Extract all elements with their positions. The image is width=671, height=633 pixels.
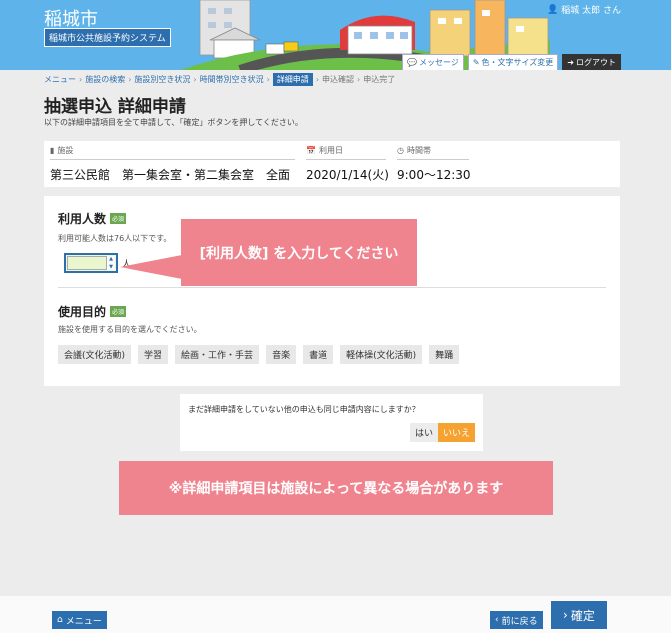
time-label: 時間帯 xyxy=(406,146,431,155)
page-description: 以下の詳細申請項目を全て申請して、「確定」ボタンを押してください。 xyxy=(44,118,303,127)
required-badge: 必須 xyxy=(110,213,127,224)
user-count-input[interactable] xyxy=(67,256,107,270)
purpose-option[interactable]: 音楽 xyxy=(266,345,297,364)
count-spinner[interactable]: ▲ ▼ xyxy=(106,256,115,270)
system-name: 稲城市公共施設予約システム xyxy=(44,28,171,47)
user-info[interactable]: 👤 稲城 太郎 さん xyxy=(547,3,621,17)
chevron-right-icon: › xyxy=(79,75,83,84)
footer-bar: ⌂ メニュー ‹ 前に戻る › 確定 xyxy=(0,596,671,633)
purpose-option[interactable]: 絵画・工作・手芸 xyxy=(175,345,260,364)
question-text: まだ詳細申請をしていない他の申込も同じ申請内容にしますか？ xyxy=(188,405,420,414)
menu-button[interactable]: ⌂ メニュー xyxy=(52,611,107,629)
facility-value: 第三公民館 第一集会室・第二集会室 全面 xyxy=(50,168,291,182)
question-buttons: はい いいえ xyxy=(409,423,475,442)
crumb-time-availability[interactable]: 時間帯別空き状況 xyxy=(200,74,264,85)
chevron-right-icon: › xyxy=(128,75,132,84)
time-column: ◷ 時間帯 9:00～12:30 xyxy=(397,145,471,183)
caret-up-icon[interactable]: ▲ xyxy=(109,256,113,262)
user-name: 稲城 太郎 さん xyxy=(561,6,621,16)
logout-icon: ➜ xyxy=(567,58,574,67)
color-size-button[interactable]: ✎ 色・文字サイズ変更 xyxy=(467,54,559,70)
chevron-left-icon: ‹ xyxy=(495,615,499,625)
purpose-option[interactable]: 書道 xyxy=(303,345,334,364)
purpose-option[interactable]: 舞踊 xyxy=(429,345,460,364)
chevron-right-icon: › xyxy=(563,608,568,622)
purpose-option[interactable]: 学習 xyxy=(138,345,169,364)
page-title: 抽選申込 詳細申請 xyxy=(44,97,186,117)
facility-label: 施設 xyxy=(57,146,74,155)
crumb-search[interactable]: 施設の検索 xyxy=(85,74,125,85)
logout-button[interactable]: ➜ ログアウト xyxy=(562,54,621,70)
section-divider xyxy=(58,287,606,288)
date-label: 利用日 xyxy=(318,146,343,155)
count-callout: [利用人数] を入力してください xyxy=(181,219,417,286)
yes-button[interactable]: はい xyxy=(409,423,438,442)
no-button[interactable]: いいえ xyxy=(437,423,475,442)
caret-down-icon[interactable]: ▼ xyxy=(109,264,113,270)
message-button[interactable]: 💬 メッセージ xyxy=(402,54,464,70)
site-header: 稲城市 稲城市公共施設予約システム 👤 稲城 太郎 さん 💬 メッセージ ✎ 色・文… xyxy=(0,0,671,70)
crumb-facility-availability[interactable]: 施設別空き状況 xyxy=(134,74,190,85)
chevron-right-icon: › xyxy=(315,75,320,84)
date-value: 2020/1/14(火) xyxy=(306,168,389,182)
building-icon: ▮ xyxy=(50,146,55,155)
date-column: 📅 利用日 2020/1/14(火) xyxy=(306,145,389,183)
crumb-complete: 申込完了 xyxy=(363,75,396,84)
user-icon: 👤 xyxy=(547,4,559,15)
crumb-confirm: 申込確認 xyxy=(322,75,355,84)
chevron-right-icon: › xyxy=(357,75,361,84)
apply-same-question: まだ詳細申請をしていない他の申込も同じ申請内容にしますか？ はい いいえ xyxy=(180,394,483,451)
chevron-right-icon: › xyxy=(266,75,270,84)
calendar-icon: 📅 xyxy=(306,146,316,155)
facility-summary: ▮ 施設 第三公民館 第一集会室・第二集会室 全面 📅 利用日 2020/1/14(… xyxy=(44,141,620,187)
purpose-option[interactable]: 会議(文化活動) xyxy=(58,345,132,364)
purpose-option[interactable]: 軽体操(文化活動) xyxy=(340,345,423,364)
clock-icon: ◷ xyxy=(397,146,404,155)
crumb-detail-application: 詳細申請 xyxy=(272,73,313,86)
purpose-hint: 施設を使用する目的を選んでください。 xyxy=(58,325,202,334)
brush-icon: ✎ xyxy=(472,58,480,67)
back-button[interactable]: ‹ 前に戻る xyxy=(490,611,543,629)
time-value: 9:00～12:30 xyxy=(397,168,471,182)
count-field-wrapper: ▲ ▼ xyxy=(64,253,118,273)
breadcrumb: メニュー › 施設の検索 › 施設別空き状況 › 時間帯別空き状況 › 詳細申請… xyxy=(44,73,395,86)
confirm-button[interactable]: › 確定 xyxy=(551,601,607,629)
callout-pointer xyxy=(120,255,182,279)
count-hint: 利用可能人数は76人以下です。 xyxy=(58,234,172,243)
count-section-title: 利用人数 必須 xyxy=(58,212,127,226)
purpose-options: 会議(文化活動) 学習 絵画・工作・手芸 音楽 書道 軽体操(文化活動) 舞踊 xyxy=(58,345,460,364)
crumb-menu[interactable]: メニュー xyxy=(44,74,76,85)
home-icon: ⌂ xyxy=(57,615,63,625)
note-callout: ※詳細申請項目は施設によって異なる場合があります xyxy=(119,461,553,515)
speech-bubble-icon: 💬 xyxy=(407,58,417,67)
purpose-section-title: 使用目的 必須 xyxy=(58,305,127,319)
required-badge: 必須 xyxy=(110,306,127,317)
facility-column: ▮ 施設 第三公民館 第一集会室・第二集会室 全面 xyxy=(50,145,295,183)
header-buttons: 💬 メッセージ ✎ 色・文字サイズ変更 ➜ ログアウト xyxy=(402,54,621,70)
chevron-right-icon: › xyxy=(193,75,197,84)
